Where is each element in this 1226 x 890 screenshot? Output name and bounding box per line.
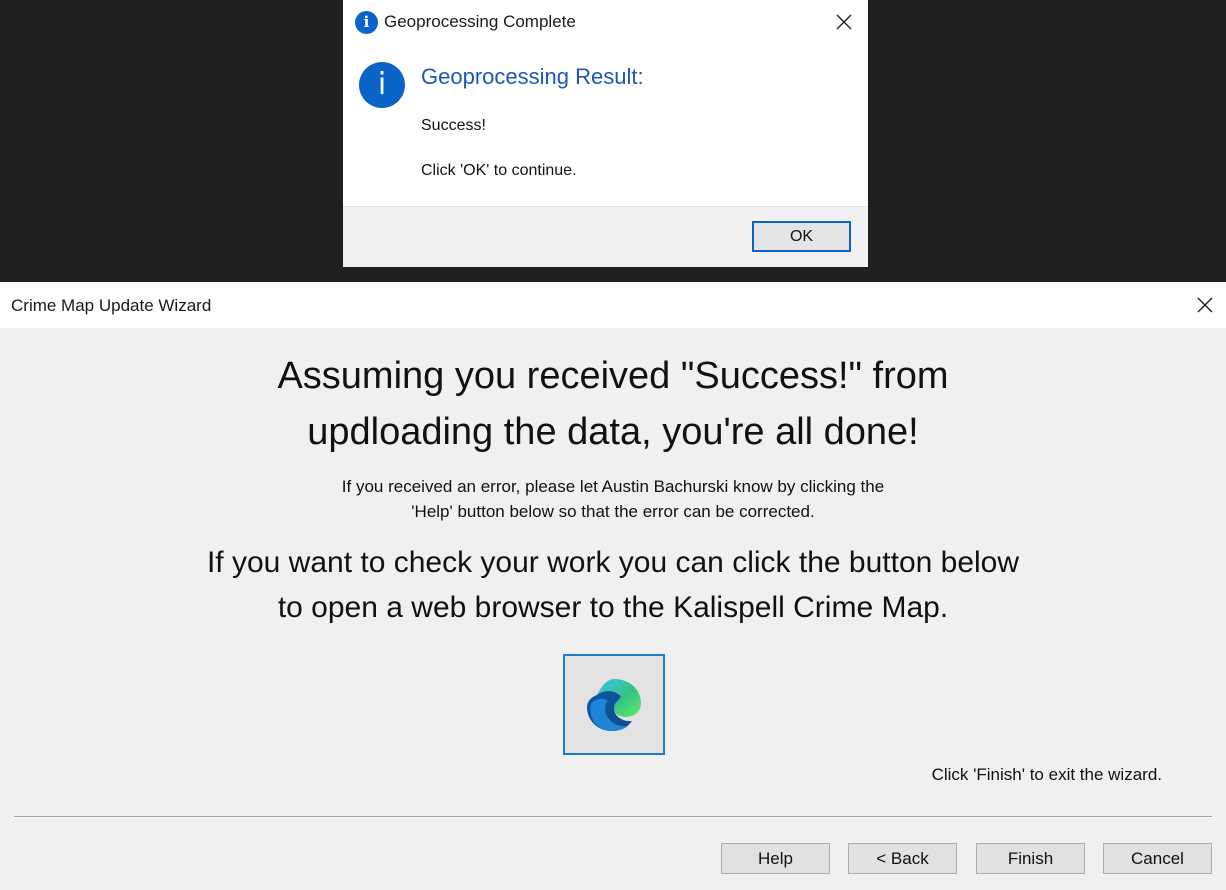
- check-work-line-1: If you want to check your work you can c…: [206, 546, 1020, 579]
- open-browser-button[interactable]: [563, 654, 665, 755]
- geoprocessing-complete-dialog: i Geoprocessing Complete i Geoprocessing…: [343, 0, 868, 267]
- cancel-button[interactable]: Cancel: [1103, 843, 1212, 874]
- wizard-title: Crime Map Update Wizard: [11, 296, 212, 315]
- footer-divider: [14, 816, 1212, 818]
- ok-button[interactable]: OK: [752, 221, 851, 252]
- dialog-title: Geoprocessing Complete: [384, 12, 576, 31]
- error-note-line-2: 'Help' button below so that the error ca…: [411, 502, 815, 521]
- check-work-line-2: to open a web browser to the Kalispell C…: [277, 591, 949, 624]
- headline-line-1: Assuming you received "Success!" from: [277, 355, 949, 397]
- edge-browser-icon: [587, 679, 641, 731]
- finish-button[interactable]: Finish: [976, 843, 1085, 874]
- check-work-text: If you want to check your work you can c…: [0, 540, 1226, 630]
- headline-line-2: updloading the data, you're all done!: [307, 411, 919, 453]
- wizard-titlebar: Crime Map Update Wizard: [0, 282, 1226, 328]
- result-heading: Geoprocessing Result:: [421, 64, 644, 89]
- back-button[interactable]: < Back: [848, 843, 957, 874]
- close-icon[interactable]: [1193, 293, 1217, 317]
- result-status: Success!: [421, 117, 486, 134]
- finish-hint: Click 'Finish' to exit the wizard.: [931, 765, 1162, 784]
- error-note: If you received an error, please let Aus…: [0, 474, 1226, 524]
- info-icon: i: [355, 11, 378, 34]
- screen: i Geoprocessing Complete i Geoprocessing…: [0, 0, 1226, 890]
- help-button[interactable]: Help: [721, 843, 830, 874]
- dialog-titlebar: i Geoprocessing Complete: [343, 0, 868, 46]
- info-large-icon: i: [359, 62, 405, 108]
- wizard-headline: Assuming you received "Success!" from up…: [0, 348, 1226, 460]
- crime-map-update-wizard: Crime Map Update Wizard Assuming you rec…: [0, 282, 1226, 890]
- close-icon[interactable]: [832, 10, 856, 34]
- dialog-footer: OK: [343, 206, 868, 267]
- error-note-line-1: If you received an error, please let Aus…: [341, 477, 885, 496]
- result-instruction: Click 'OK' to continue.: [421, 162, 577, 179]
